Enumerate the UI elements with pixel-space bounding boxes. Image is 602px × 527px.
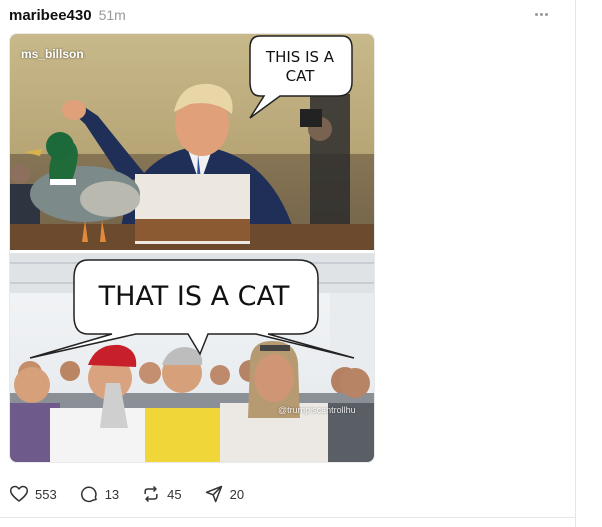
- repost-count: 45: [167, 486, 182, 502]
- post-image[interactable]: ms_billson THIS IS A CAT THAT IS A CAT @…: [9, 33, 375, 463]
- top-caption: THIS IS A CAT: [265, 48, 335, 85]
- speech-bubble-icon: [80, 486, 97, 503]
- like-count: 553: [35, 486, 57, 502]
- meme-credit: ms_billson: [21, 47, 84, 61]
- column-divider: [575, 0, 576, 527]
- comment-count: 13: [104, 486, 120, 502]
- share-count: 20: [229, 486, 245, 502]
- post-actions: 553 13 45 20: [9, 484, 266, 504]
- meme-bottom-panel: THAT IS A CAT @trumpiscantrollhu: [10, 253, 374, 462]
- post-username[interactable]: maribee430: [9, 7, 92, 24]
- repost-arrows-icon: [144, 485, 158, 503]
- meme-watermark: @trumpiscantrollhu: [278, 405, 356, 415]
- share-button[interactable]: 20: [204, 484, 244, 504]
- post-header: maribee430 51m: [9, 4, 126, 26]
- comment-button[interactable]: 13: [79, 484, 119, 504]
- post-timestamp[interactable]: 51m: [99, 7, 126, 23]
- meme-top-panel: ms_billson THIS IS A CAT: [10, 34, 374, 250]
- paper-plane-icon: [205, 485, 222, 503]
- repost-button[interactable]: 45: [141, 484, 182, 504]
- like-button[interactable]: 553: [9, 484, 57, 504]
- heart-icon: [9, 485, 29, 502]
- post-divider: [0, 517, 575, 518]
- bottom-caption: THAT IS A CAT: [98, 281, 290, 312]
- post-card: maribee430 51m ms_billson THIS IS A CAT …: [0, 0, 575, 527]
- more-options-icon[interactable]: [533, 6, 551, 22]
